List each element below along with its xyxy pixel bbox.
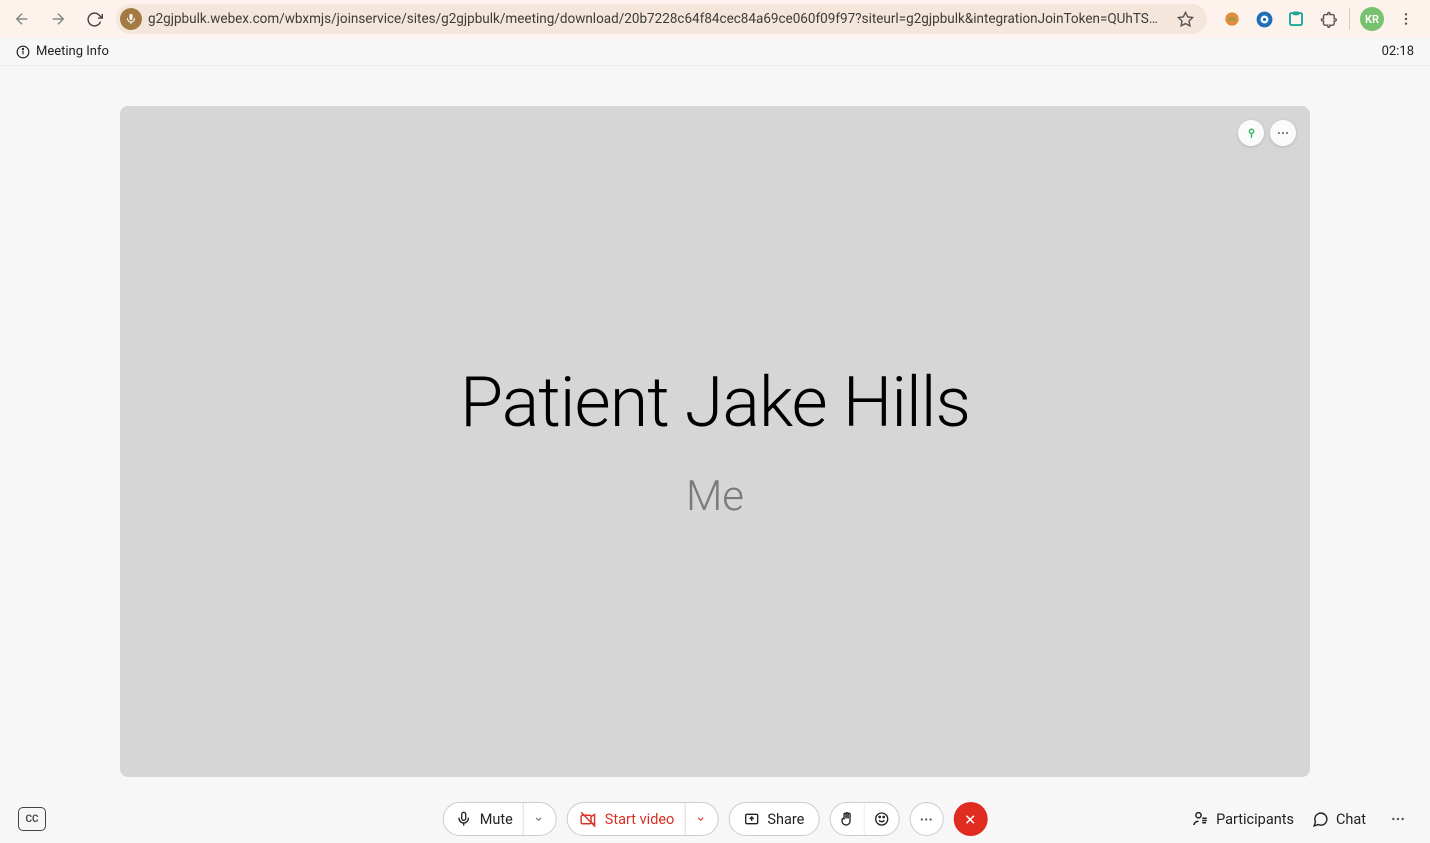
main-area: Patient Jake Hills Me bbox=[0, 66, 1430, 795]
self-video-tile: Patient Jake Hills Me bbox=[120, 106, 1310, 777]
reactions-group bbox=[829, 802, 899, 836]
participants-button[interactable]: Participants bbox=[1191, 810, 1294, 828]
info-icon bbox=[16, 45, 30, 59]
self-indicator: Me bbox=[686, 472, 744, 521]
share-button[interactable]: Share bbox=[728, 802, 819, 836]
mute-options-chevron[interactable] bbox=[523, 803, 544, 835]
bookmark-star-icon[interactable] bbox=[1173, 7, 1197, 31]
extension-icon-2[interactable] bbox=[1253, 8, 1275, 30]
chat-label: Chat bbox=[1336, 811, 1366, 828]
meeting-header-bar: Meeting Info 02:18 bbox=[0, 38, 1430, 66]
share-label: Share bbox=[767, 811, 804, 828]
start-video-label: Start video bbox=[605, 811, 675, 828]
more-options-button[interactable] bbox=[909, 802, 943, 836]
hand-icon bbox=[839, 811, 855, 827]
participant-name: Patient Jake Hills bbox=[460, 362, 970, 444]
mute-label: Mute bbox=[480, 811, 513, 828]
participants-icon bbox=[1191, 810, 1209, 828]
video-options-chevron[interactable] bbox=[684, 803, 705, 835]
extension-icon-1[interactable] bbox=[1221, 8, 1243, 30]
raise-hand-button[interactable] bbox=[830, 803, 864, 835]
panel-options-button[interactable] bbox=[1384, 805, 1412, 833]
meeting-info-label: Meeting Info bbox=[36, 44, 109, 59]
closed-captions-button[interactable]: CC bbox=[18, 807, 46, 831]
url-text: g2gjpbulk.webex.com/wbxmjs/joinservice/s… bbox=[148, 11, 1167, 27]
tile-pin-button[interactable] bbox=[1238, 120, 1264, 146]
microphone-icon bbox=[456, 811, 472, 827]
browser-toolbar: g2gjpbulk.webex.com/wbxmjs/joinservice/s… bbox=[0, 0, 1430, 38]
address-bar[interactable]: g2gjpbulk.webex.com/wbxmjs/joinservice/s… bbox=[116, 4, 1207, 34]
back-button[interactable] bbox=[8, 5, 36, 33]
chrome-menu-button[interactable] bbox=[1394, 7, 1418, 31]
chat-icon bbox=[1312, 811, 1329, 828]
camera-off-icon bbox=[580, 811, 597, 828]
site-permission-icon[interactable] bbox=[120, 8, 142, 30]
reload-button[interactable] bbox=[80, 5, 108, 33]
extensions-area: KR bbox=[1215, 7, 1422, 31]
more-icon bbox=[919, 812, 934, 827]
tile-overlay-controls bbox=[1238, 120, 1296, 146]
participants-label: Participants bbox=[1216, 811, 1294, 828]
smile-icon bbox=[873, 811, 889, 827]
close-icon bbox=[963, 812, 978, 827]
reactions-button[interactable] bbox=[864, 803, 898, 835]
start-video-button[interactable]: Start video bbox=[567, 802, 719, 836]
forward-button[interactable] bbox=[44, 5, 72, 33]
meeting-timer: 02:18 bbox=[1382, 44, 1414, 59]
share-icon bbox=[743, 811, 759, 827]
extension-icon-3[interactable] bbox=[1285, 8, 1307, 30]
profile-avatar[interactable]: KR bbox=[1360, 7, 1384, 31]
tile-more-button[interactable] bbox=[1270, 120, 1296, 146]
chat-button[interactable]: Chat bbox=[1312, 811, 1366, 828]
mute-button[interactable]: Mute bbox=[443, 802, 557, 836]
leave-meeting-button[interactable] bbox=[953, 802, 987, 836]
meeting-info-button[interactable]: Meeting Info bbox=[16, 44, 109, 59]
extensions-puzzle-icon[interactable] bbox=[1317, 8, 1339, 30]
control-bar: CC Mute Start video Share bbox=[0, 795, 1430, 843]
